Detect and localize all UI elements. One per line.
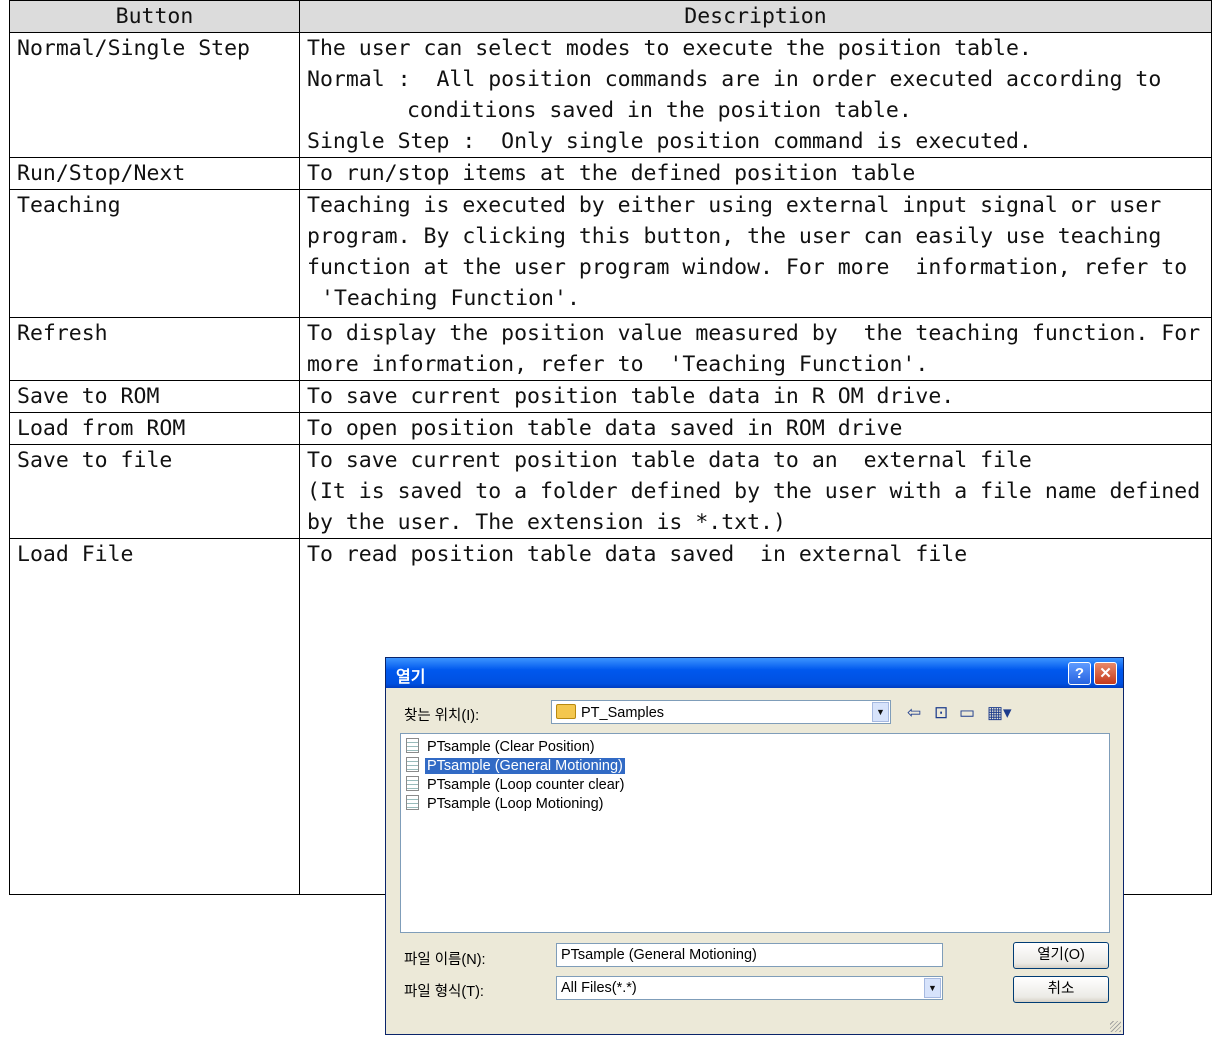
help-button[interactable]: ? [1068,662,1091,685]
row-button-cell: Load File [9,538,300,895]
cancel-button[interactable]: 취소 [1013,976,1109,1003]
row-description-cell: To save current position table data in R… [299,380,1212,413]
row-description-cell: To open position table data saved in ROM… [299,412,1212,445]
description-line: by the user. The extension is *.txt.) [307,510,786,535]
table-row: Load from ROM To open position table dat… [9,412,1212,445]
list-item[interactable]: PTsample (Loop counter clear) [406,776,626,795]
text-file-icon [406,757,419,772]
row-button-cell: Refresh [9,317,300,381]
row-button-cell: Teaching [9,189,300,318]
table-row: Save to ROM To save current position tab… [9,380,1212,413]
description-line: program. By clicking this button, the us… [307,224,1162,249]
description-line: conditions saved in the position table. [407,98,912,123]
description-line: function at the user program window. For… [307,255,1188,280]
file-name-input[interactable]: PTsample (General Motioning) [556,943,943,967]
look-in-combo[interactable]: PT_Samples ▼ [551,700,891,724]
look-in-value: PT_Samples [581,705,665,721]
list-item[interactable]: PTsample (Loop Motioning) [406,795,606,814]
header-description: Description [299,0,1212,33]
row-button-cell: Run/Stop/Next [9,157,300,190]
description-line: To save current position table data to a… [307,448,1032,473]
table-row: Refresh To display the position value me… [9,317,1212,381]
description-line: (It is saved to a folder defined by the … [307,479,1201,504]
folder-icon [556,704,576,719]
new-folder-icon[interactable]: ▭ [959,703,975,723]
row-button-cell: Load from ROM [9,412,300,445]
description-line: more information, refer to 'Teaching Fun… [307,352,929,377]
description-line: 'Teaching Function'. [321,286,580,311]
text-file-icon [406,795,419,810]
resize-grip[interactable] [1110,1021,1121,1032]
description-line: Single Step : Only single position comma… [307,129,1032,154]
text-file-icon [406,738,419,753]
file-type-value: All Files(*.*) [561,980,637,996]
description-line: To open position table data saved in ROM… [307,416,903,441]
dialog-title: 열기 [396,669,426,686]
open-button[interactable]: 열기(O) [1013,942,1109,969]
file-name-value: PTsample (General Motioning) [561,947,757,963]
description-line: To save current position table data in R… [307,384,955,409]
header-button: Button [9,0,300,33]
back-icon[interactable]: ⇦ [907,703,921,723]
look-in-label: 찾는 위치(I): [404,708,480,724]
dialog-titlebar[interactable]: 열기 ? ✕ [386,658,1123,688]
row-button-cell: Save to ROM [9,380,300,413]
description-line: To run/stop items at the defined positio… [307,161,916,186]
file-list[interactable]: PTsample (Clear Position) PTsample (Gene… [400,733,1110,933]
row-button-cell: Normal/Single Step [9,32,300,158]
list-item[interactable]: PTsample (General Motioning) [406,757,625,776]
close-button[interactable]: ✕ [1094,662,1117,685]
row-description-cell: To run/stop items at the defined positio… [299,157,1212,190]
description-line: To display the position value measured b… [307,321,1201,346]
chevron-down-icon[interactable]: ▼ [872,702,889,722]
file-type-label: 파일 형식(T): [404,984,484,1000]
file-name-label: 파일 이름(N): [404,952,486,968]
table-row: Save to file To save current position ta… [9,444,1212,539]
view-menu-icon[interactable]: ▦▾ [987,703,1012,723]
table-row: Normal/Single Step The user can select m… [9,32,1212,158]
row-description-cell: The user can select modes to execute the… [299,32,1212,158]
file-type-select[interactable]: All Files(*.*) ▼ [556,976,943,1000]
chevron-down-icon[interactable]: ▼ [924,978,941,998]
description-line: The user can select modes to execute the… [307,36,1032,61]
row-description-cell: To save current position table data to a… [299,444,1212,539]
description-line: To read position table data saved in ext… [307,542,968,567]
text-file-icon [406,776,419,791]
table-header-row: Button Description [9,0,1212,33]
up-folder-icon[interactable]: ⊡ [934,703,948,723]
list-item[interactable]: PTsample (Clear Position) [406,738,597,757]
table-row: Teaching Teaching is executed by either … [9,189,1212,318]
row-description-cell: To display the position value measured b… [299,317,1212,381]
row-description-cell: Teaching is executed by either using ext… [299,189,1212,318]
open-file-dialog: 열기 ? ✕ 찾는 위치(I): PT_Samples ▼ ⇦ ⊡ ▭ ▦▾ P… [385,657,1124,1035]
row-button-cell: Save to file [9,444,300,539]
description-line: Teaching is executed by either using ext… [307,193,1162,218]
description-line: Normal : All position commands are in or… [307,67,1162,92]
table-row: Run/Stop/Next To run/stop items at the d… [9,157,1212,190]
